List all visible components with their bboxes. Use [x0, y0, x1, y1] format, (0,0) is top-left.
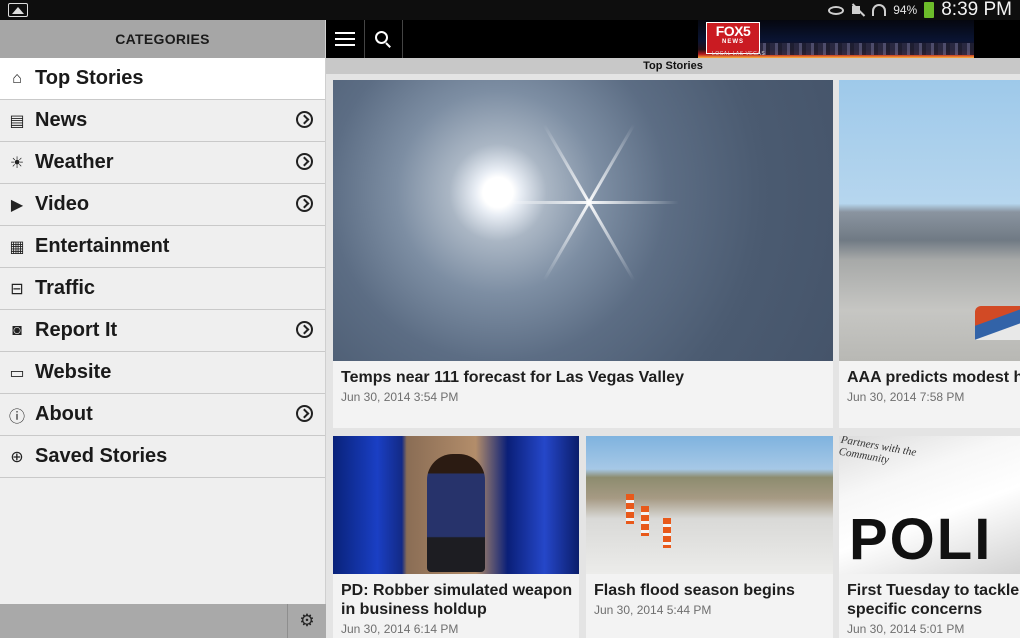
chevron-right-icon[interactable]	[296, 195, 313, 212]
sidebar-item-label: News	[35, 109, 88, 131]
sidebar-item-label: Traffic	[35, 277, 96, 299]
menu-button[interactable]	[326, 20, 365, 58]
sidebar-item-label: Entertainment	[35, 235, 170, 257]
status-icons: 94% 8:39 PM	[828, 0, 1012, 20]
info-icon: ⓘ	[8, 408, 25, 426]
sidebar-item-news[interactable]: ▤ News	[0, 100, 325, 142]
newspaper-icon: ▤	[9, 112, 25, 130]
story-date: Jun 30, 2014 5:44 PM	[594, 603, 712, 617]
logo-text: FOX5	[715, 23, 751, 39]
chevron-right-icon[interactable]	[296, 405, 313, 422]
story-date: Jun 30, 2014 7:58 PM	[847, 390, 965, 404]
story-image	[839, 80, 1020, 361]
settings-button[interactable]: ⚙	[287, 604, 326, 638]
airplane-shape	[975, 306, 1020, 340]
story-card[interactable]: AAA predicts modest hol Jun 30, 2014 7:5…	[839, 80, 1020, 428]
main-content: FOX5 NEWS LOCAL LAS VEGAS Top Stories Te…	[326, 20, 1020, 638]
story-title: AAA predicts modest hol	[847, 369, 1020, 386]
story-card[interactable]: Flash flood season begins Jun 30, 2014 5…	[586, 436, 833, 638]
fox5-logo: FOX5 NEWS LOCAL LAS VEGAS	[698, 20, 974, 58]
car-icon: ⊟	[10, 280, 24, 298]
sidebar-item-entertainment[interactable]: ▦ Entertainment	[0, 226, 325, 268]
sidebar-item-weather[interactable]: ☀ Weather	[0, 142, 325, 184]
mute-icon	[851, 4, 865, 16]
sidebar-item-label: About	[35, 403, 93, 425]
top-toolbar: FOX5 NEWS LOCAL LAS VEGAS	[326, 20, 1020, 58]
sidebar-item-about[interactable]: ⓘ About	[0, 394, 325, 436]
story-title: Temps near 111 forecast for Las Vegas Va…	[341, 369, 685, 386]
logo-badge: FOX5 NEWS	[706, 22, 760, 54]
story-card[interactable]: Temps near 111 forecast for Las Vegas Va…	[333, 80, 833, 428]
story-date: Jun 30, 2014 6:14 PM	[341, 622, 459, 636]
gallery-notification-icon	[8, 3, 28, 17]
wifi-icon	[872, 4, 887, 16]
category-list: ⌂ Top Stories ▤ News ☀ Weather ▶ Video ▦…	[0, 58, 325, 478]
logo-skyline	[758, 43, 974, 55]
section-title: Top Stories	[326, 58, 1020, 74]
chevron-right-icon[interactable]	[296, 321, 313, 338]
chevron-right-icon[interactable]	[296, 111, 313, 128]
search-button[interactable]	[364, 20, 403, 58]
home-icon: ⌂	[12, 69, 22, 87]
sidebar-item-label: Video	[35, 193, 90, 215]
drawer-header: CATEGORIES	[0, 20, 325, 58]
gear-icon: ⚙	[299, 611, 315, 630]
sidebar-item-label: Top Stories	[35, 67, 144, 89]
sidebar-item-label: Weather	[35, 151, 114, 173]
monitor-icon: ▭	[9, 364, 25, 382]
traffic-cone	[641, 506, 649, 536]
chevron-right-icon[interactable]	[296, 153, 313, 170]
police-car-lettering: POLI	[849, 507, 993, 572]
sidebar-item-label: Website	[35, 361, 112, 383]
video-icon: ▶	[10, 196, 24, 214]
saved-icon: ⊕	[10, 448, 24, 466]
categories-drawer: CATEGORIES ⌂ Top Stories ▤ News ☀ Weathe…	[0, 20, 326, 638]
story-image	[333, 80, 833, 361]
story-date: Jun 30, 2014 5:01 PM	[847, 622, 965, 636]
sidebar-item-label: Saved Stories	[35, 445, 168, 467]
story-card[interactable]: PD: Robber simulated weapon in business …	[333, 436, 579, 638]
story-card[interactable]: Partners with the Community POLI First T…	[839, 436, 1020, 638]
sidebar-item-label: Report It	[35, 319, 118, 341]
clock: 8:39 PM	[941, 0, 1012, 20]
hamburger-icon	[335, 38, 355, 40]
clapperboard-icon: ▦	[9, 238, 25, 256]
sidebar-item-saved-stories[interactable]: ⊕ Saved Stories	[0, 436, 325, 478]
story-image	[333, 436, 579, 574]
sidebar-item-website[interactable]: ▭ Website	[0, 352, 325, 394]
sidebar-item-video[interactable]: ▶ Video	[0, 184, 325, 226]
eye-icon	[828, 5, 845, 15]
sidebar-item-top-stories[interactable]: ⌂ Top Stories	[0, 58, 325, 100]
story-title: First Tuesday to tackle a specific conce…	[847, 582, 1020, 618]
car-decal-text: Partners with the Community	[839, 436, 918, 467]
weather-icon: ☀	[9, 154, 25, 172]
traffic-cone	[663, 518, 671, 548]
status-bar: 94% 8:39 PM	[0, 0, 1020, 20]
battery-percent: 94%	[893, 3, 918, 17]
person-shape	[427, 454, 485, 572]
traffic-cone	[626, 494, 634, 524]
drawer-footer: ⚙	[0, 604, 326, 638]
logo-subtext: NEWS	[722, 39, 744, 45]
battery-icon	[924, 2, 935, 18]
story-date: Jun 30, 2014 3:54 PM	[341, 390, 459, 404]
sidebar-item-traffic[interactable]: ⊟ Traffic	[0, 268, 325, 310]
story-image	[586, 436, 833, 574]
story-title: PD: Robber simulated weapon in business …	[341, 582, 573, 618]
story-title: Flash flood season begins	[594, 582, 795, 599]
sidebar-item-report-it[interactable]: ◙ Report It	[0, 310, 325, 352]
logo-tagline: LOCAL LAS VEGAS	[712, 51, 766, 57]
camera-icon: ◙	[12, 321, 22, 339]
story-image: Partners with the Community POLI	[839, 436, 1020, 574]
search-icon	[375, 31, 388, 44]
